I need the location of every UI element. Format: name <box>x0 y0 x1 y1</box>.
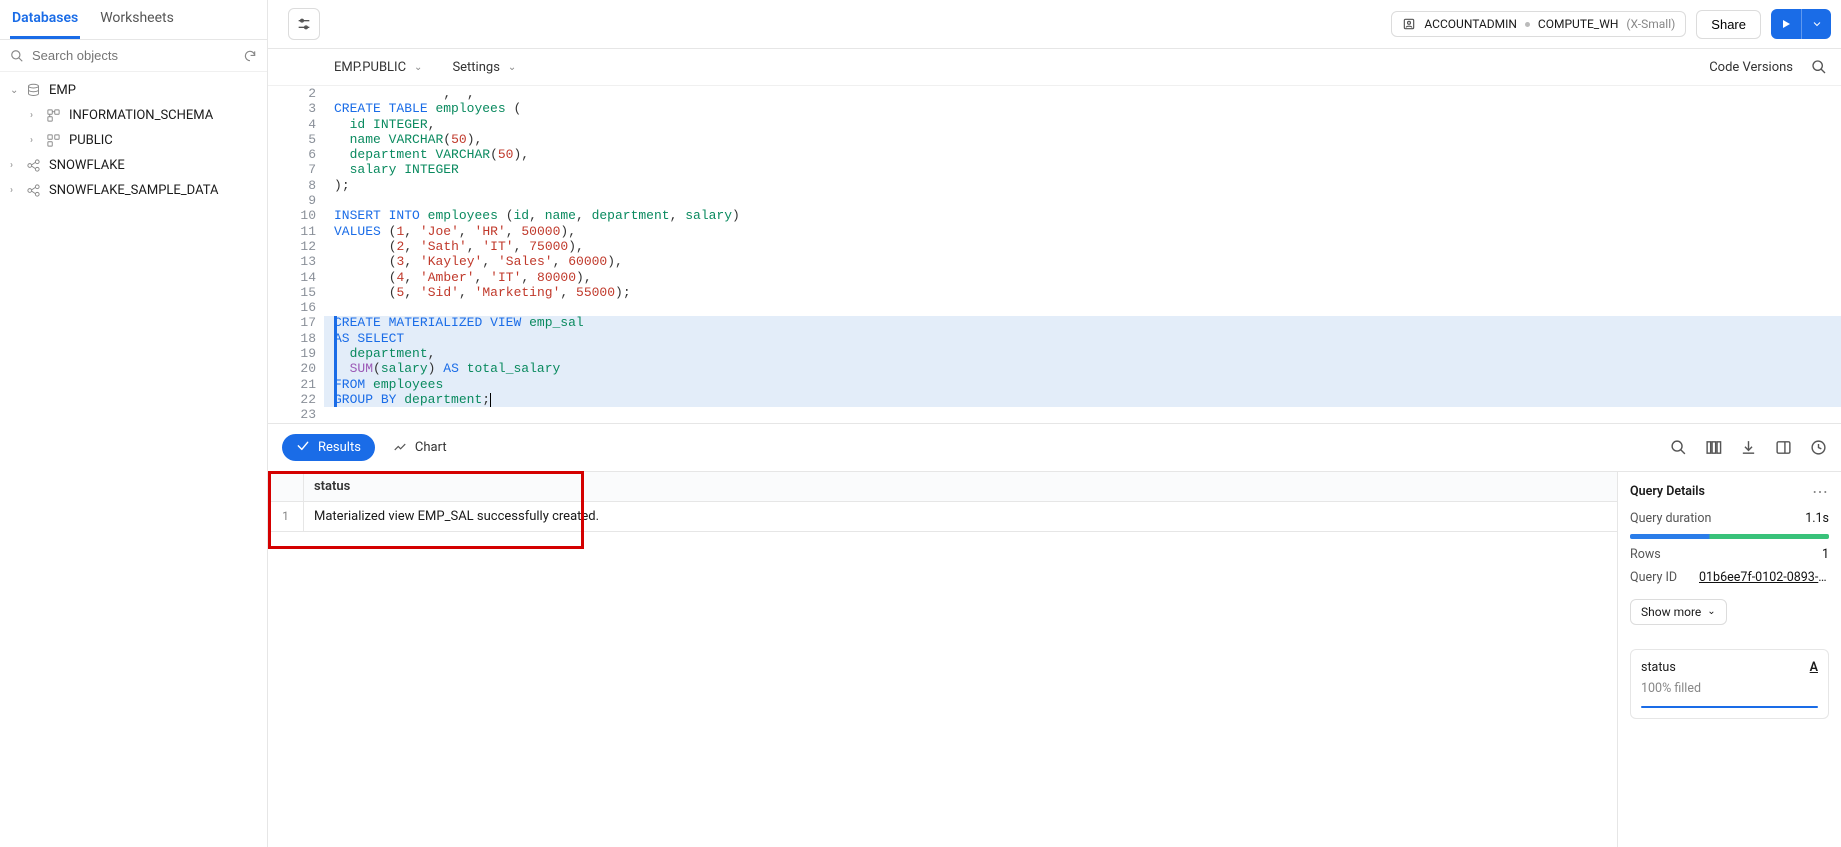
search-input[interactable] <box>32 48 243 63</box>
stat-type-icon: A <box>1810 660 1818 675</box>
search-results-icon[interactable] <box>1670 439 1687 456</box>
schema-icon <box>46 108 61 123</box>
query-details-panel: Query Details ⋯ Query duration 1.1s Rows… <box>1617 472 1841 847</box>
history-icon[interactable] <box>1810 439 1827 456</box>
schema-icon <box>46 133 61 148</box>
database-shared-icon <box>26 183 41 198</box>
run-options-button[interactable] <box>1801 9 1831 39</box>
tree-label: PUBLIC <box>69 133 113 148</box>
row-number: 1 <box>268 502 304 531</box>
duration-bar <box>1630 534 1829 539</box>
duration-value: 1.1s <box>1805 511 1829 526</box>
details-menu-icon[interactable]: ⋯ <box>1812 482 1829 501</box>
code-versions-button[interactable]: Code Versions <box>1709 60 1793 75</box>
tab-chart[interactable]: Chart <box>393 440 447 455</box>
separator-dot <box>1525 22 1530 27</box>
context-selector[interactable]: EMP.PUBLIC⌄ <box>334 60 422 75</box>
tree-label: SNOWFLAKE_SAMPLE_DATA <box>49 183 218 198</box>
settings-selector[interactable]: Settings⌄ <box>452 60 516 75</box>
object-tree: ⌄ EMP › INFORMATION_SCHEMA › PUBLIC › SN… <box>0 72 267 209</box>
tree-item-public[interactable]: › PUBLIC <box>0 128 267 153</box>
tab-databases[interactable]: Databases <box>10 10 80 39</box>
search-icon <box>10 49 24 63</box>
column-stat-card[interactable]: status A 100% filled <box>1630 649 1829 719</box>
duration-label: Query duration <box>1630 511 1711 526</box>
tree-item-snowflake[interactable]: › SNOWFLAKE <box>0 153 267 178</box>
stat-fill: 100% filled <box>1641 681 1818 696</box>
database-icon <box>26 83 41 98</box>
tree-label: INFORMATION_SCHEMA <box>69 108 213 123</box>
warehouse-name: COMPUTE_WH <box>1538 17 1619 31</box>
show-more-button[interactable]: Show more⌄ <box>1630 599 1727 625</box>
results-grid[interactable]: status 1 Materialized view EMP_SAL succe… <box>268 472 1617 847</box>
rows-label: Rows <box>1630 547 1661 562</box>
details-title: Query Details <box>1630 484 1705 499</box>
cell-status: Materialized view EMP_SAL successfully c… <box>304 502 609 531</box>
sql-editor[interactable]: 234567891011121314151617181920212223 , ,… <box>268 85 1841 423</box>
warehouse-size: (X-Small) <box>1626 17 1675 31</box>
tree-item-sample-data[interactable]: › SNOWFLAKE_SAMPLE_DATA <box>0 178 267 203</box>
columns-icon[interactable] <box>1705 439 1722 456</box>
tab-worksheets[interactable]: Worksheets <box>98 10 176 39</box>
settings-icon-button[interactable] <box>288 8 320 40</box>
qid-label: Query ID <box>1630 570 1677 585</box>
stat-fill-bar <box>1641 706 1818 708</box>
worksheet-search-icon[interactable] <box>1811 59 1827 75</box>
database-shared-icon <box>26 158 41 173</box>
sidebar: Databases Worksheets ⌄ EMP › INFORMATION… <box>0 0 268 847</box>
share-button[interactable]: Share <box>1696 10 1761 39</box>
grid-corner <box>268 472 304 501</box>
tab-results[interactable]: Results <box>282 434 375 461</box>
download-icon[interactable] <box>1740 439 1757 456</box>
worksheet-header: EMP.PUBLIC⌄ Settings⌄ Code Versions <box>268 49 1841 85</box>
tree-label: SNOWFLAKE <box>49 158 125 173</box>
role-name: ACCOUNTADMIN <box>1424 17 1517 31</box>
tree-item-info-schema[interactable]: › INFORMATION_SCHEMA <box>0 103 267 128</box>
role-icon <box>1402 17 1416 31</box>
run-button[interactable] <box>1771 9 1801 39</box>
table-row[interactable]: 1 Materialized view EMP_SAL successfully… <box>268 502 1617 532</box>
rows-value: 1 <box>1822 547 1829 562</box>
refresh-icon[interactable] <box>243 49 257 63</box>
toggle-panel-icon[interactable] <box>1775 439 1792 456</box>
results-tab-bar: Results Chart <box>268 423 1841 471</box>
column-header-status[interactable]: status <box>304 472 584 501</box>
tree-label: EMP <box>49 83 76 98</box>
stat-col-name: status <box>1641 660 1676 675</box>
tree-item-emp[interactable]: ⌄ EMP <box>0 78 267 103</box>
topbar: ACCOUNTADMIN COMPUTE_WH (X-Small) Share <box>268 0 1841 49</box>
role-warehouse-selector[interactable]: ACCOUNTADMIN COMPUTE_WH (X-Small) <box>1391 11 1686 37</box>
qid-value[interactable]: 01b6ee7f-0102-0893-0... <box>1699 570 1829 585</box>
results-body: status 1 Materialized view EMP_SAL succe… <box>268 471 1841 847</box>
